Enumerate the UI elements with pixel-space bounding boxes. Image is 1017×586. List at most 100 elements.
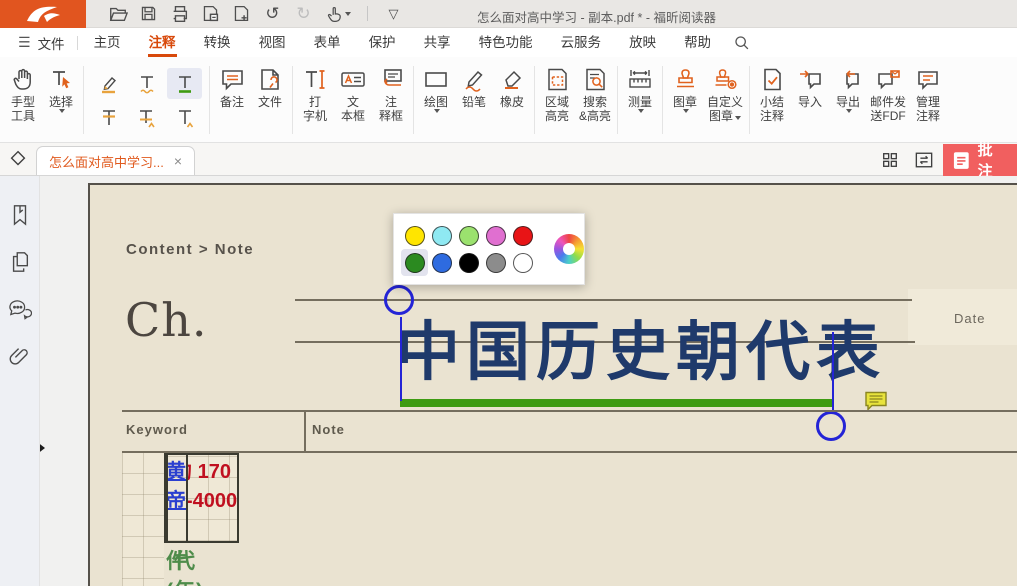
attach-file-icon [257,63,284,95]
annotation-pencil-icon[interactable] [0,142,36,175]
replace-text-tool-icon[interactable] [129,102,164,133]
document-tab-bar: 怎么面对高中学习... × 批注 [0,143,1017,176]
highlight-tool-icon[interactable] [91,68,126,99]
tab-form[interactable]: 表单 [300,29,355,57]
foxit-logo-icon [25,4,61,24]
draw-button[interactable]: 绘图 [417,60,455,140]
measure-icon [626,63,654,95]
comments-doc-icon [953,151,970,170]
pages-panel-icon[interactable] [7,249,33,275]
search-icon[interactable] [727,34,756,51]
pdf-page[interactable]: Content > Note Ch. Date 中国历史朝代表 Keyword … [88,183,1017,586]
squiggly-underline-tool-icon[interactable] [129,68,164,99]
annotation-handle-start[interactable] [384,285,414,315]
tab-comment[interactable]: 注释 [135,29,190,57]
color-swatch-white[interactable] [509,249,536,276]
comments-panel-icon[interactable] [7,296,33,322]
hand-pointer-tool-icon[interactable] [319,2,357,26]
email-fdf-button[interactable]: 邮件发 送FDF [867,60,909,140]
summary-comments-button[interactable]: 小结 注释 [753,60,791,140]
menu-file-button[interactable]: ☰ 文件 [8,33,75,53]
undo-icon[interactable]: ↺ [257,2,288,26]
toolbar-separator [367,6,368,21]
select-tool-button[interactable]: 选择 [42,60,80,140]
strikeout-tool-icon[interactable] [91,102,126,133]
document-canvas[interactable]: Content > Note Ch. Date 中国历史朝代表 Keyword … [40,176,1017,586]
foxit-logo[interactable] [0,0,86,28]
attach-file-button[interactable]: 文件 [251,60,289,140]
color-swatch-black[interactable] [455,249,482,276]
tab-convert[interactable]: 转换 [190,29,245,57]
ribbon-toolbar: 手型 工具 选择 备注 [0,57,1017,143]
sidebar-expander-icon[interactable] [40,441,45,455]
select-tool-icon [48,63,74,95]
tab-protect[interactable]: 保护 [355,29,410,57]
hand-tool-button[interactable]: 手型 工具 [4,60,42,140]
tab-view[interactable]: 视图 [245,29,300,57]
open-file-icon[interactable] [102,2,133,26]
select-dropdown-caret [59,109,65,113]
color-picker-popup [393,213,585,285]
color-swatch-pink[interactable] [482,222,509,249]
export-comments-button[interactable]: 导出 [829,60,867,140]
navigation-sidebar [0,176,40,586]
add-page-icon[interactable] [226,2,257,26]
insert-text-tool-icon[interactable] [167,102,202,133]
switch-view-icon[interactable] [909,146,939,174]
color-swatch-green-selected[interactable] [401,249,428,276]
callout-icon [378,63,405,95]
underline-annotation[interactable] [400,399,832,407]
color-swatch-yellow[interactable] [401,222,428,249]
annotation-handle-end[interactable] [816,411,846,441]
hand-pointer-dropdown-caret [345,12,351,16]
customize-toolbar-icon[interactable]: ▽ [378,2,409,26]
delete-page-icon[interactable] [195,2,226,26]
page-breadcrumb: Content > Note [126,241,254,258]
ribbon-divider [209,66,210,134]
color-swatch-blue[interactable] [428,249,455,276]
manage-comments-button[interactable]: 管理 注释 [909,60,947,140]
tab-features[interactable]: 特色功能 [465,29,547,57]
tab-cloud[interactable]: 云服务 [547,29,616,57]
main-area: Content > Note Ch. Date 中国历史朝代表 Keyword … [0,176,1017,586]
form-divider [304,412,306,451]
document-heading[interactable]: 中国历史朝代表 [396,321,886,385]
measure-button[interactable]: 测量 [621,60,659,140]
color-wheel-icon[interactable] [554,234,584,264]
tab-share[interactable]: 共享 [410,29,465,57]
color-swatch-cyan[interactable] [428,222,455,249]
tab-help[interactable]: 帮助 [670,29,725,57]
custom-stamp-button[interactable]: 自定义 图章 [704,60,746,140]
document-tab[interactable]: 怎么面对高中学习... × [36,146,195,175]
stamp-icon [672,63,699,95]
print-icon[interactable] [164,2,195,26]
eraser-button[interactable]: 橡皮 [493,60,531,140]
save-icon[interactable] [133,2,164,26]
window-title: 怎么面对高中学习 - 副本.pdf * - 福昕阅读器 [477,7,716,26]
color-swatch-red[interactable] [509,222,536,249]
note-label: Note [312,422,345,437]
underline-tool-icon[interactable] [167,68,202,99]
import-comments-button[interactable]: 导入 [791,60,829,140]
area-highlight-button[interactable]: 区域 高亮 [538,60,576,140]
color-swatch-gray[interactable] [482,249,509,276]
notebook-margin [122,453,164,586]
thumbnail-grid-icon[interactable] [875,146,905,174]
comments-panel-button[interactable]: 批注 [943,144,1017,176]
tab-home[interactable]: 主页 [80,29,135,57]
pencil-button[interactable]: 铅笔 [455,60,493,140]
tab-slideshow[interactable]: 放映 [615,29,670,57]
typewriter-button[interactable]: 打 字机 [296,60,334,140]
search-highlight-icon [582,63,609,95]
ribbon-divider [662,66,663,134]
bookmarks-panel-icon[interactable] [7,202,33,228]
color-swatch-lightgreen[interactable] [455,222,482,249]
callout-button[interactable]: 注 释框 [372,60,410,140]
attachments-panel-icon[interactable] [7,343,33,369]
search-highlight-button[interactable]: 搜索 &高亮 [576,60,614,140]
note-button[interactable]: 备注 [213,60,251,140]
close-tab-icon[interactable]: × [174,153,182,169]
textbox-icon [339,63,367,95]
textbox-button[interactable]: 文 本框 [334,60,372,140]
stamp-button[interactable]: 图章 [666,60,704,140]
